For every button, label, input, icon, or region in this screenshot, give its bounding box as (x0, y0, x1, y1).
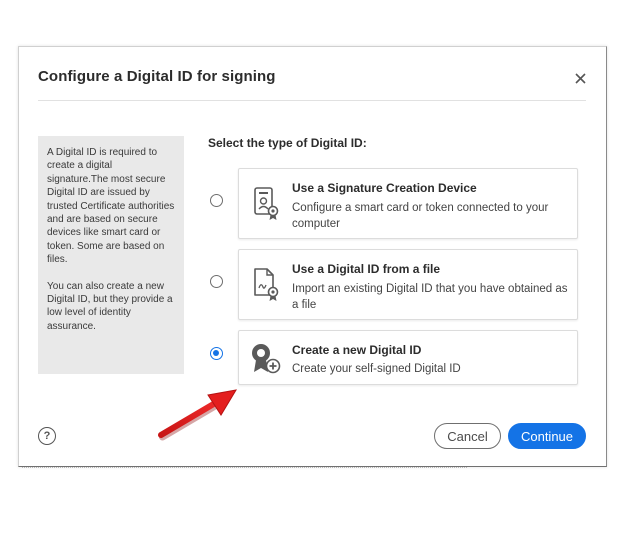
option-description: Create your self-signed Digital ID (292, 363, 461, 375)
option-description: Configure a smart card or token connecte… (292, 202, 549, 230)
radio-signature-device[interactable] (210, 194, 223, 207)
radio-create-new-digital-id[interactable] (210, 347, 223, 360)
radio-digital-id-file[interactable] (210, 275, 223, 288)
close-icon (574, 72, 586, 84)
option-title: Create a new Digital ID (292, 343, 422, 357)
option-digital-id-from-file[interactable]: Use a Digital ID from a file Import an e… (238, 249, 578, 320)
cancel-button[interactable]: Cancel (434, 423, 501, 449)
annotation-arrow-icon (158, 389, 237, 441)
option-title: Use a Digital ID from a file (292, 262, 441, 276)
option-signature-creation-device[interactable]: Use a Signature Creation Device Configur… (238, 168, 578, 239)
new-digital-id-icon (252, 344, 281, 374)
option-title: Use a Signature Creation Device (292, 181, 477, 195)
info-panel: A Digital ID is required to create a dig… (38, 136, 184, 374)
certificate-file-icon (254, 268, 279, 301)
continue-button[interactable]: Continue (508, 423, 586, 449)
title-divider (38, 100, 586, 101)
certificate-device-icon (254, 187, 279, 220)
help-button[interactable]: ? (38, 427, 56, 445)
close-button[interactable] (570, 68, 590, 88)
configure-digital-id-dialog: Configure a Digital ID for signing A Dig… (18, 46, 607, 467)
dialog-title: Configure a Digital ID for signing (38, 68, 276, 85)
select-type-label: Select the type of Digital ID: (208, 136, 367, 150)
option-description: Import an existing Digital ID that you h… (292, 283, 568, 311)
info-paragraph-1: A Digital ID is required to create a dig… (47, 147, 175, 266)
dialog-bottom-edge (22, 467, 467, 469)
option-create-new-digital-id[interactable]: Create a new Digital ID Create your self… (238, 330, 578, 385)
help-icon: ? (43, 430, 51, 442)
info-paragraph-2: You can also create a new Digital ID, bu… (47, 280, 173, 332)
